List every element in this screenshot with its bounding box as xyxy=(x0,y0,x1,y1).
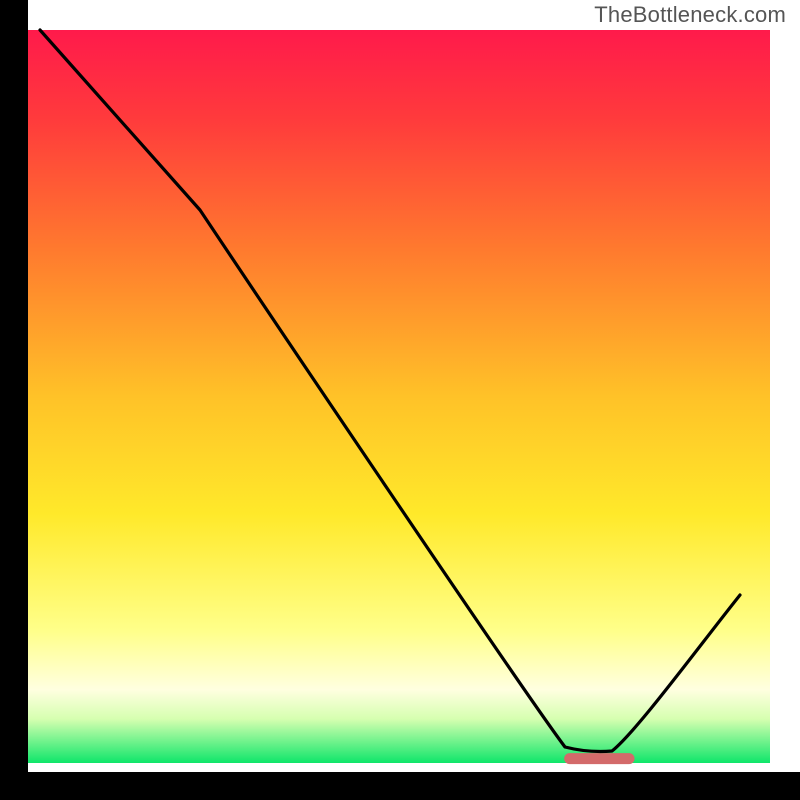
chart-container: TheBottleneck.com xyxy=(0,0,800,800)
watermark-text: TheBottleneck.com xyxy=(594,2,786,28)
y-axis xyxy=(0,0,28,800)
right-margin xyxy=(770,0,800,772)
x-axis xyxy=(0,772,800,800)
bottleneck-chart xyxy=(0,0,800,800)
